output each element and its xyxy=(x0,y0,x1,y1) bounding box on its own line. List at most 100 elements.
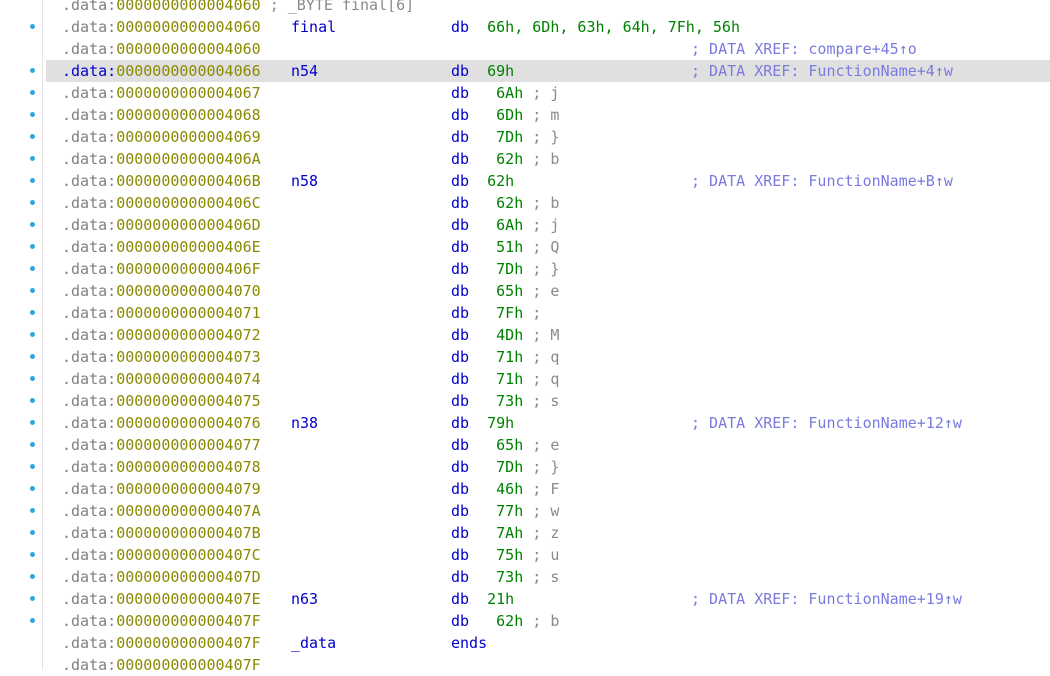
listing-line[interactable]: .data:000000000000407A db 77h ; w xyxy=(0,500,1050,522)
listing-line[interactable]: .data:000000000000407F db 62h ; b xyxy=(0,610,1050,632)
instruction[interactable]: db 65h ; e xyxy=(451,280,559,302)
breakpoint-dot-icon[interactable] xyxy=(30,156,35,161)
listing-line[interactable]: .data:0000000000004068 db 6Dh ; m xyxy=(0,104,1050,126)
instruction[interactable]: db 6Ah ; j xyxy=(451,82,559,104)
address[interactable]: .data:000000000000406B xyxy=(62,170,261,192)
listing-line[interactable]: .data:0000000000004060 ; _BYTE final[6] xyxy=(0,0,1050,16)
operand[interactable]: 6Ah xyxy=(487,84,523,102)
breakpoint-dot-icon[interactable] xyxy=(30,486,35,491)
address[interactable]: .data:0000000000004078 xyxy=(62,456,261,478)
symbol-label[interactable]: _data xyxy=(291,632,336,654)
breakpoint-dot-icon[interactable] xyxy=(30,90,35,95)
address[interactable]: .data:000000000000407F xyxy=(62,654,261,676)
instruction[interactable]: db 71h ; q xyxy=(451,368,559,390)
address[interactable]: .data:0000000000004074 xyxy=(62,368,261,390)
xref-comment[interactable]: ; DATA XREF: FunctionName+19↑w xyxy=(691,588,962,610)
address[interactable]: .data:0000000000004069 xyxy=(62,126,261,148)
operand[interactable]: 21h xyxy=(487,590,514,608)
address[interactable]: .data:000000000000406A xyxy=(62,148,261,170)
address[interactable]: .data:0000000000004079 xyxy=(62,478,261,500)
instruction[interactable]: db 69h xyxy=(451,60,514,82)
address[interactable]: .data:000000000000407D xyxy=(62,566,261,588)
listing-line[interactable]: .data:000000000000406B n58 db 62h ; DATA XR… xyxy=(0,170,1050,192)
breakpoint-dot-icon[interactable] xyxy=(30,310,35,315)
instruction[interactable]: db 73h ; s xyxy=(451,390,559,412)
breakpoint-dot-icon[interactable] xyxy=(30,288,35,293)
breakpoint-dot-icon[interactable] xyxy=(30,552,35,557)
listing-line[interactable]: .data:000000000000406E db 51h ; Q xyxy=(0,236,1050,258)
breakpoint-dot-icon[interactable] xyxy=(30,24,35,29)
instruction[interactable]: db 79h xyxy=(451,412,514,434)
address[interactable]: .data:0000000000004070 xyxy=(62,280,261,302)
instruction[interactable]: db 71h ; q xyxy=(451,346,559,368)
instruction[interactable]: db 62h ; b xyxy=(451,610,559,632)
operand[interactable]: 7Dh xyxy=(487,260,523,278)
address[interactable]: .data:000000000000406F xyxy=(62,258,261,280)
breakpoint-dot-icon[interactable] xyxy=(30,68,35,73)
listing-line[interactable]: .data:000000000000406F db 7Dh ; } xyxy=(0,258,1050,280)
operand[interactable]: 62h xyxy=(487,612,523,630)
operand[interactable]: 4Dh xyxy=(487,326,523,344)
listing-line[interactable]: .data:000000000000407E n63 db 21h ; DATA XR… xyxy=(0,588,1050,610)
address[interactable]: .data:000000000000407C xyxy=(62,544,261,566)
instruction[interactable]: ends xyxy=(451,632,487,654)
symbol-label[interactable]: n38 xyxy=(291,412,318,434)
address[interactable]: .data:000000000000407B xyxy=(62,522,261,544)
address[interactable]: .data:000000000000406C xyxy=(62,192,261,214)
instruction[interactable]: db 7Dh ; } xyxy=(451,126,559,148)
operand[interactable]: 65h xyxy=(487,436,523,454)
operand[interactable]: 6Ah xyxy=(487,216,523,234)
breakpoint-dot-icon[interactable] xyxy=(30,618,35,623)
operand[interactable]: 66h, 6Dh, 63h, 64h, 7Fh, 56h xyxy=(487,18,740,36)
address[interactable]: .data:000000000000407F xyxy=(62,610,261,632)
operand[interactable]: 69h xyxy=(487,62,514,80)
operand[interactable]: 65h xyxy=(487,282,523,300)
breakpoint-dot-icon[interactable] xyxy=(30,134,35,139)
breakpoint-dot-icon[interactable] xyxy=(30,420,35,425)
operand[interactable]: 71h xyxy=(487,370,523,388)
listing-line[interactable]: .data:0000000000004071 db 7Fh ; xyxy=(0,302,1050,324)
listing-line[interactable]: .data:0000000000004077 db 65h ; e xyxy=(0,434,1050,456)
operand[interactable]: 73h xyxy=(487,568,523,586)
listing-line[interactable]: .data:000000000000406D db 6Ah ; j xyxy=(0,214,1050,236)
symbol-label[interactable]: n58 xyxy=(291,170,318,192)
instruction[interactable]: db 6Dh ; m xyxy=(451,104,559,126)
breakpoint-dot-icon[interactable] xyxy=(30,398,35,403)
listing-line[interactable]: .data:0000000000004060 final db 66h, 6Dh, … xyxy=(0,16,1050,38)
listing-line[interactable]: .data:000000000000407D db 73h ; s xyxy=(0,566,1050,588)
instruction[interactable]: db 62h xyxy=(451,170,514,192)
operand[interactable]: 62h xyxy=(487,194,523,212)
operand[interactable]: 73h xyxy=(487,392,523,410)
operand[interactable]: 6Dh xyxy=(487,106,523,124)
operand[interactable]: 7Dh xyxy=(487,458,523,476)
breakpoint-dot-icon[interactable] xyxy=(30,332,35,337)
instruction[interactable]: db 75h ; u xyxy=(451,544,559,566)
breakpoint-dot-icon[interactable] xyxy=(30,530,35,535)
symbol-label[interactable]: n63 xyxy=(291,588,318,610)
listing-line[interactable]: .data:0000000000004074 db 71h ; q xyxy=(0,368,1050,390)
xref-comment[interactable]: ; DATA XREF: FunctionName+4↑w xyxy=(691,60,953,82)
breakpoint-dot-icon[interactable] xyxy=(30,574,35,579)
instruction[interactable]: db 7Dh ; } xyxy=(451,258,559,280)
breakpoint-dot-icon[interactable] xyxy=(30,266,35,271)
instruction[interactable]: db 66h, 6Dh, 63h, 64h, 7Fh, 56h xyxy=(451,16,740,38)
address[interactable]: .data:0000000000004068 xyxy=(62,104,261,126)
listing-line[interactable]: .data:0000000000004076 n38 db 79h ; DATA XR… xyxy=(0,412,1050,434)
listing-line[interactable]: .data:0000000000004069 db 7Dh ; } xyxy=(0,126,1050,148)
xref-comment[interactable]: ; DATA XREF: FunctionName+B↑w xyxy=(691,170,953,192)
instruction[interactable]: db 77h ; w xyxy=(451,500,559,522)
operand[interactable]: 75h xyxy=(487,546,523,564)
breakpoint-dot-icon[interactable] xyxy=(30,354,35,359)
address[interactable]: .data:0000000000004066 xyxy=(62,60,261,82)
listing-line[interactable]: .data:0000000000004070 db 65h ; e xyxy=(0,280,1050,302)
address[interactable]: .data:0000000000004076 xyxy=(62,412,261,434)
instruction[interactable]: db 73h ; s xyxy=(451,566,559,588)
address[interactable]: .data:000000000000406E xyxy=(62,236,261,258)
address[interactable]: .data:0000000000004067 xyxy=(62,82,261,104)
instruction[interactable]: db 21h xyxy=(451,588,514,610)
xref-comment[interactable]: ; DATA XREF: compare+45↑o xyxy=(691,38,917,60)
listing-line[interactable]: .data:000000000000407C db 75h ; u xyxy=(0,544,1050,566)
breakpoint-dot-icon[interactable] xyxy=(30,222,35,227)
listing-line[interactable]: .data:0000000000004075 db 73h ; s xyxy=(0,390,1050,412)
instruction[interactable]: db 7Dh ; } xyxy=(451,456,559,478)
